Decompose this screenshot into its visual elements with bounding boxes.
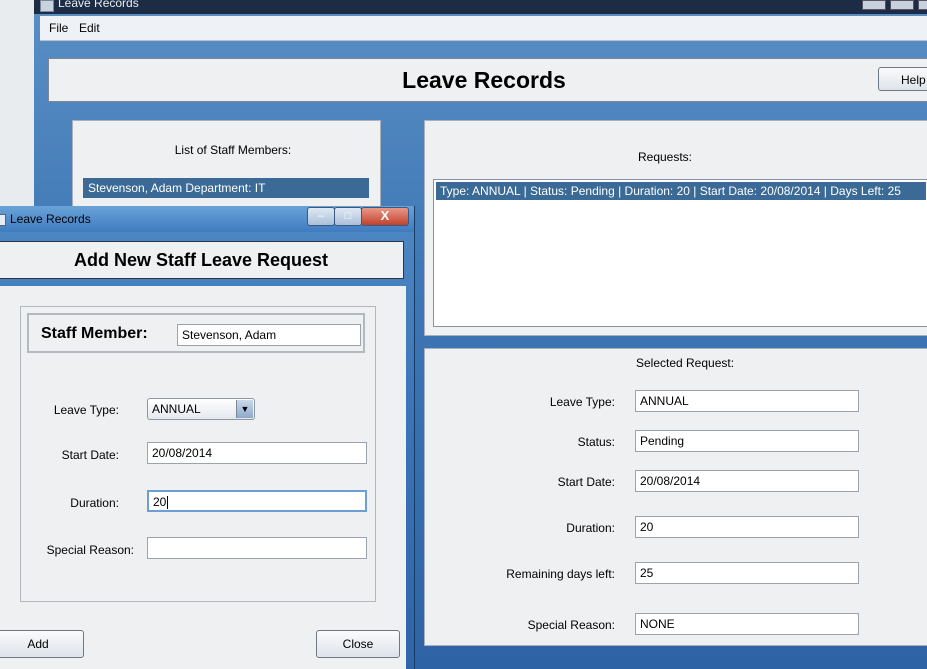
staff-list-panel: List of Staff Members: Stevenson, Adam D… <box>72 120 381 212</box>
menu-bar: File Edit <box>40 16 927 41</box>
requests-label: Requests: <box>637 150 693 164</box>
dialog-leave-type-label: Leave Type: <box>53 403 119 417</box>
selected-duration-field[interactable]: 20 <box>635 516 859 538</box>
close-dialog-button[interactable]: Close <box>316 630 400 658</box>
main-titlebar: Leave Records <box>34 0 927 14</box>
maximize-icon[interactable]: □ <box>334 207 362 226</box>
selected-request-panel: Selected Request: Leave Type: ANNUAL Sta… <box>424 348 927 646</box>
start-date-label: Start Date: <box>557 475 615 489</box>
menu-edit[interactable]: Edit <box>79 21 100 35</box>
dialog-heading: Add New Staff Leave Request <box>73 250 329 270</box>
chevron-down-icon[interactable]: ▼ <box>236 400 253 418</box>
staff-member-box: Staff Member: Stevenson, Adam <box>27 313 365 353</box>
special-reason-field[interactable] <box>147 537 367 559</box>
dialog-special-reason-label: Special Reason: <box>46 543 134 557</box>
selected-request-label: Selected Request: <box>635 356 735 370</box>
close-button[interactable] <box>918 0 927 10</box>
menu-file[interactable]: File <box>49 21 68 35</box>
duration-value: 20 <box>153 495 167 509</box>
leave-form: Staff Member: Stevenson, Adam Leave Type… <box>20 306 376 602</box>
main-window-title: Leave Records <box>58 0 139 10</box>
dialog-body: Staff Member: Stevenson, Adam Leave Type… <box>0 286 406 669</box>
dialog-header: Add New Staff Leave Request <box>0 241 404 279</box>
help-button[interactable]: Help <box>878 67 927 91</box>
selected-leave-type-field[interactable]: ANNUAL <box>635 390 859 412</box>
leave-type-select[interactable]: ANNUAL ▼ <box>147 398 255 420</box>
start-date-field[interactable]: 20/08/2014 <box>147 442 367 464</box>
selected-start-date-field[interactable]: 20/08/2014 <box>635 470 859 492</box>
request-list-item[interactable]: Type: ANNUAL | Status: Pending | Duratio… <box>436 182 926 200</box>
dialog-start-date-label: Start Date: <box>61 448 119 462</box>
text-caret <box>167 496 169 510</box>
staff-member-field[interactable]: Stevenson, Adam <box>177 324 361 346</box>
leave-type-label: Leave Type: <box>549 395 615 409</box>
remaining-days-label: Remaining days left: <box>506 567 615 581</box>
selected-status-field[interactable]: Pending <box>635 430 859 452</box>
duration-field[interactable]: 20 <box>147 490 367 512</box>
staff-list-label: List of Staff Members: <box>174 143 292 157</box>
dialog-title: Leave Records <box>10 212 91 226</box>
duration-label: Duration: <box>566 521 615 535</box>
header-panel: Leave Records <box>48 58 927 102</box>
requests-panel: Requests: Type: ANNUAL | Status: Pending… <box>424 120 927 336</box>
add-button[interactable]: Add <box>0 630 84 658</box>
staff-list-item[interactable]: Stevenson, Adam Department: IT <box>83 178 369 198</box>
add-leave-dialog: Leave Records – □ X Add New Staff Leave … <box>0 206 415 669</box>
status-label: Status: <box>577 435 615 449</box>
leave-type-selected: ANNUAL <box>152 402 201 416</box>
minimize-button[interactable] <box>862 0 886 10</box>
dialog-duration-label: Duration: <box>70 496 119 510</box>
dialog-titlebar[interactable]: Leave Records – □ X <box>0 206 414 232</box>
selected-special-reason-field[interactable]: NONE <box>635 613 859 635</box>
minimize-icon[interactable]: – <box>307 207 335 226</box>
page-title: Leave Records <box>402 67 566 93</box>
requests-list[interactable]: Type: ANNUAL | Status: Pending | Duratio… <box>433 179 927 327</box>
java-app-icon <box>40 0 54 12</box>
maximize-button[interactable] <box>890 0 914 10</box>
close-icon[interactable]: X <box>361 207 409 226</box>
java-app-icon <box>0 214 6 226</box>
special-reason-label: Special Reason: <box>527 618 615 632</box>
selected-remaining-days-field[interactable]: 25 <box>635 562 859 584</box>
staff-member-label: Staff Member: <box>41 325 148 342</box>
